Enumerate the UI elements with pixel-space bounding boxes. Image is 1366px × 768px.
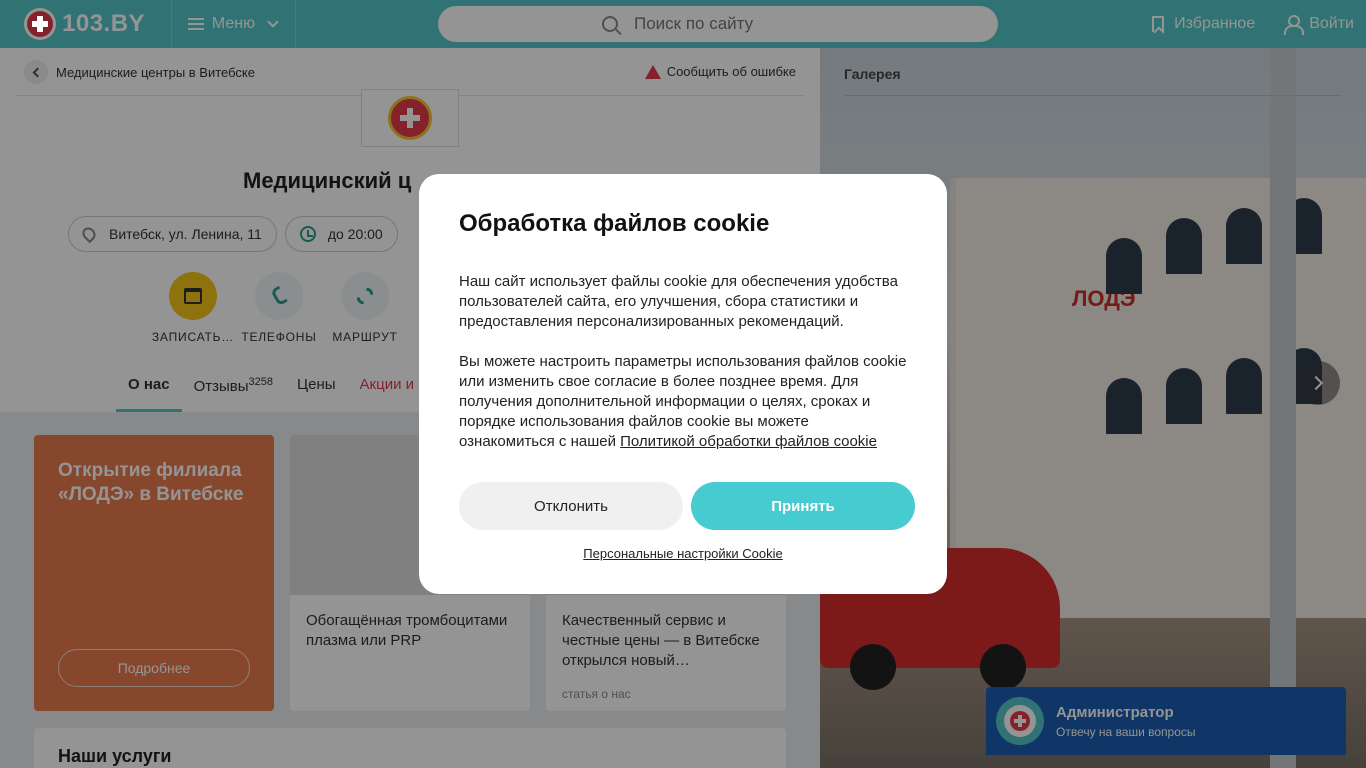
accept-button[interactable]: Принять (691, 482, 915, 530)
cookie-modal: Обработка файлов cookie Наш сайт использ… (419, 174, 947, 594)
cookie-paragraph-1: Наш сайт использует файлы cookie для обе… (459, 273, 898, 330)
decline-button[interactable]: Отклонить (459, 482, 683, 530)
cookie-policy-link[interactable]: Политикой обработки файлов cookie (620, 433, 877, 450)
cookie-settings-link[interactable]: Персональные настройки Cookie (419, 546, 947, 561)
cookie-paragraph-2: Вы можете настроить параметры использова… (459, 353, 907, 450)
cookie-modal-title: Обработка файлов cookie (459, 210, 770, 237)
